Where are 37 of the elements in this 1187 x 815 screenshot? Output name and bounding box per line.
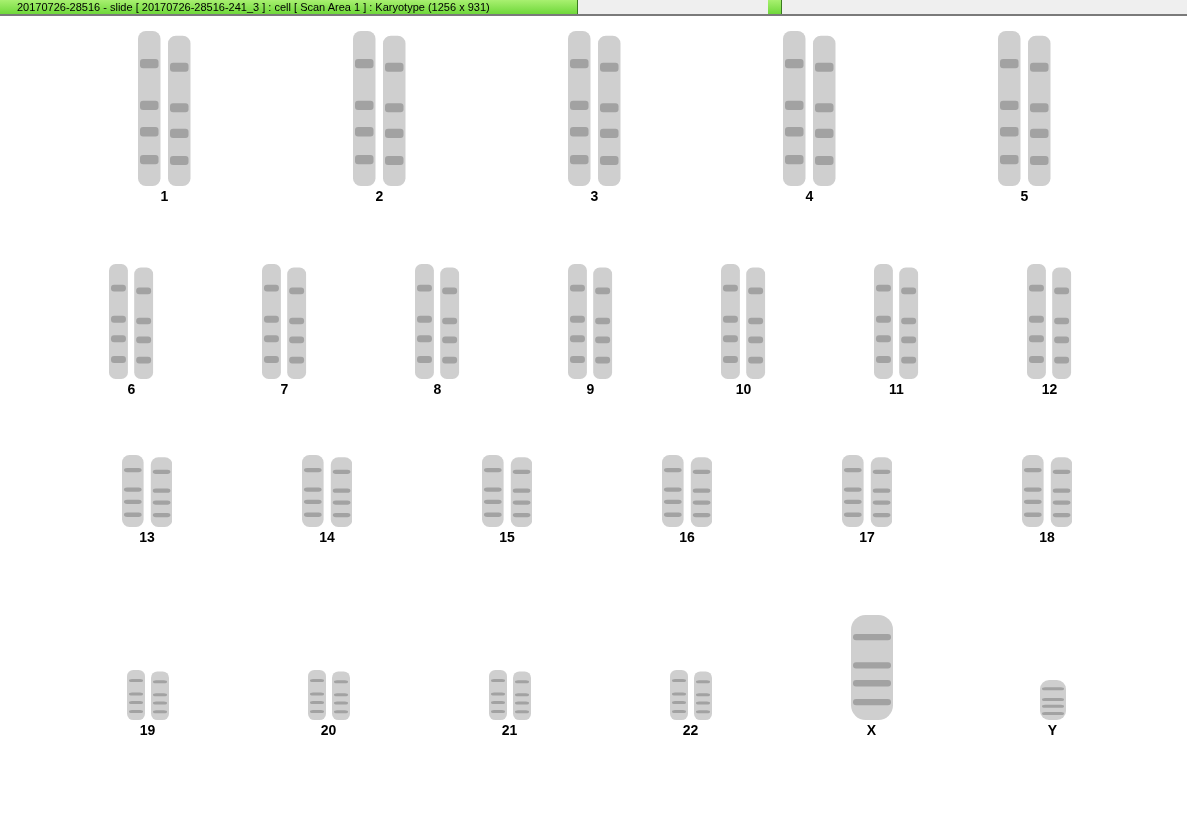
chromosome-label: 14 — [319, 529, 335, 545]
chromosome-label: 10 — [735, 381, 752, 397]
chromosome-drawing — [1039, 680, 1066, 720]
chromosome-label: 9 — [586, 381, 595, 397]
chromosome-label: 12 — [1041, 381, 1058, 397]
chromosome-pair-drawing — [307, 670, 350, 720]
chromosome-label: 18 — [1039, 529, 1055, 545]
chromosome-pair-drawing — [488, 670, 531, 720]
chromosome-pair-drawing — [481, 455, 533, 527]
tab-handle[interactable] — [768, 0, 782, 14]
chromosome-label: 1 — [160, 188, 169, 204]
chromosome-label: 19 — [139, 722, 156, 738]
chromosome-pair-drawing — [841, 455, 893, 527]
chromosome-label: 5 — [1020, 188, 1029, 204]
chromosome-pair-drawing — [301, 455, 353, 527]
chromosome-label: 2 — [375, 188, 384, 204]
chromosome-label: 11 — [889, 381, 904, 397]
chromosome-label: 3 — [590, 188, 599, 204]
chromosome-label: 7 — [280, 381, 289, 397]
chromosome-pair-drawing — [1021, 455, 1073, 527]
chromosome-label: 15 — [499, 529, 515, 545]
chromosome-label: 21 — [501, 722, 518, 738]
chromosome-label: 6 — [127, 381, 136, 397]
chromosome-pair-drawing — [121, 455, 173, 527]
chromosome-label: 13 — [139, 529, 155, 545]
chromosome-pair-drawing — [126, 670, 169, 720]
chromosome-label: Y — [1047, 722, 1058, 738]
chromosome-label: 22 — [682, 722, 699, 738]
chromosome-label: X — [866, 722, 877, 738]
window-title[interactable]: 20170726-28516 - slide [ 20170726-28516-241_3 ] : cell [ Scan Area 1 ] : Karyotype (1256 x 931) — [0, 0, 578, 14]
chromosome-label: 17 — [859, 529, 875, 545]
chromosome-pair-drawing — [661, 455, 713, 527]
chromosome-label: 4 — [805, 188, 814, 204]
chromosome-label: 16 — [679, 529, 695, 545]
chromosome-label: 8 — [433, 381, 442, 397]
chromosome-label: 20 — [320, 722, 337, 738]
chromosome-pair-drawing — [669, 670, 712, 720]
